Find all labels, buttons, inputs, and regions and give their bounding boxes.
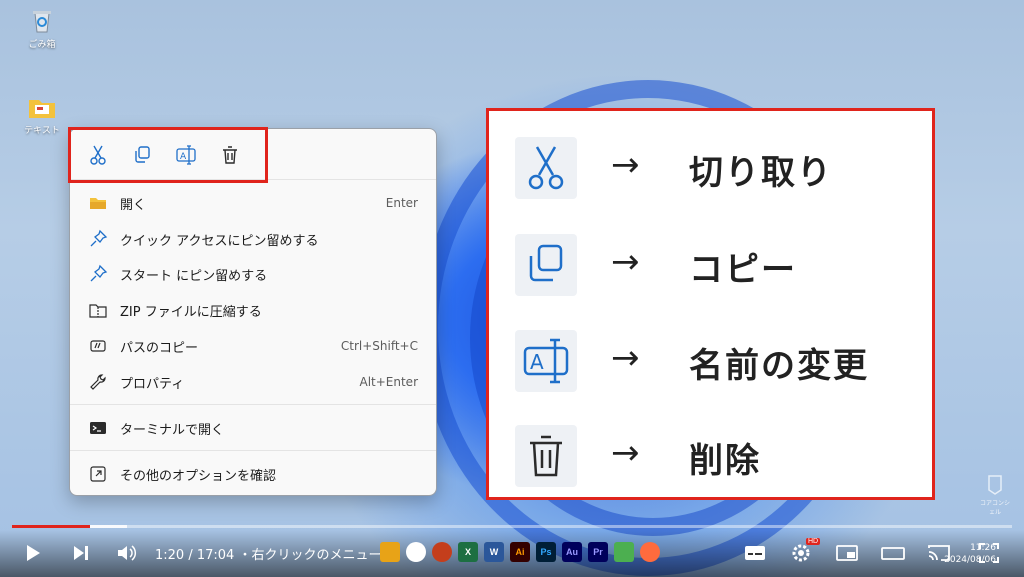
subtitles-icon bbox=[745, 546, 765, 560]
svg-text:A: A bbox=[530, 350, 544, 374]
arrow: → bbox=[611, 145, 640, 185]
quick-actions-highlight bbox=[68, 127, 268, 183]
next-button[interactable] bbox=[68, 540, 94, 566]
menu-item-label: パスのコピー bbox=[120, 340, 199, 356]
time-display: 1:20 / 17:04 ・右クリックのメニュー > bbox=[155, 544, 397, 563]
path-copy-icon bbox=[90, 340, 106, 352]
explanation-label: 名前の変更 bbox=[689, 346, 869, 386]
menu-item-pin-start[interactable]: スタート にピン留めする bbox=[82, 259, 424, 289]
play-button[interactable] bbox=[20, 540, 46, 566]
player-controls: 1:20 / 17:04 ・右クリックのメニュー > X W Ai Ps Au … bbox=[0, 530, 1024, 577]
play-icon bbox=[27, 545, 40, 561]
menu-item-label: ターミナルで開く bbox=[120, 422, 225, 438]
menu-item-shortcut: Enter bbox=[385, 196, 418, 210]
theater-mode-button[interactable] bbox=[880, 540, 906, 566]
progress-track[interactable] bbox=[12, 525, 1012, 528]
menu-item-open-terminal[interactable]: ターミナルで開く bbox=[82, 413, 424, 443]
taskbar-apps: X W Ai Ps Au Pr bbox=[380, 542, 660, 562]
menu-item-pin-quick-access[interactable]: クイック アクセスにピン留めする bbox=[82, 224, 424, 254]
explanation-label: 削除 bbox=[689, 441, 761, 481]
menu-item-label: その他のオプションを確認 bbox=[120, 468, 277, 484]
menu-item-label: スタート にピン留めする bbox=[120, 268, 268, 284]
explanation-row-rename: A → 名前の変更 bbox=[489, 324, 932, 404]
menu-item-properties[interactable]: プロパティ Alt+Enter bbox=[82, 367, 424, 397]
pin-icon bbox=[90, 229, 108, 247]
menu-item-label: プロパティ bbox=[120, 376, 185, 392]
menu-item-label: クイック アクセスにピン留めする bbox=[120, 233, 319, 249]
folder-open-icon bbox=[90, 198, 106, 209]
arrow: → bbox=[611, 433, 640, 473]
time-text: 1:20 / 17:04 bbox=[155, 548, 235, 563]
volume-icon bbox=[118, 545, 137, 561]
desktop-icon-label: テキスト bbox=[24, 126, 60, 136]
subtitles-button[interactable] bbox=[742, 540, 768, 566]
desktop-icon-folder[interactable]: テキスト bbox=[20, 94, 64, 136]
file-explorer-icon[interactable] bbox=[380, 542, 400, 562]
menu-item-shortcut: Alt+Enter bbox=[359, 375, 418, 389]
explanation-label: 切り取り bbox=[689, 153, 833, 193]
illustrator-icon[interactable]: Ai bbox=[510, 542, 530, 562]
menu-item-open[interactable]: 開く Enter bbox=[82, 188, 424, 218]
snipping-tool-icon[interactable] bbox=[614, 542, 634, 562]
menu-item-copy-path[interactable]: パスのコピー Ctrl+Shift+C bbox=[82, 331, 424, 361]
more-options-icon bbox=[90, 466, 106, 482]
explanation-label: コピー bbox=[689, 250, 797, 290]
fullscreen-icon bbox=[979, 543, 999, 563]
desktop-icon-recycle-bin[interactable]: ごみ箱 bbox=[20, 8, 64, 50]
menu-separator bbox=[70, 404, 436, 405]
miniplayer-icon bbox=[836, 545, 858, 561]
chapter-title[interactable]: ・右クリックのメニュー bbox=[238, 548, 381, 563]
scissors-icon bbox=[515, 137, 577, 199]
channel-watermark[interactable]: コアコンシェル bbox=[978, 474, 1012, 516]
arrow: → bbox=[611, 338, 640, 378]
theater-icon bbox=[881, 547, 905, 560]
progress-played bbox=[12, 525, 90, 528]
explanation-row-delete: → 削除 bbox=[489, 419, 932, 499]
fullscreen-button[interactable] bbox=[976, 540, 1002, 566]
menu-item-zip[interactable]: ZIP ファイルに圧縮する bbox=[82, 295, 424, 325]
firefox-icon[interactable] bbox=[640, 542, 660, 562]
menu-item-shortcut: Ctrl+Shift+C bbox=[340, 339, 418, 353]
menu-item-label: 開く bbox=[120, 197, 147, 213]
chrome-icon[interactable] bbox=[406, 542, 426, 562]
miniplayer-button[interactable] bbox=[834, 540, 860, 566]
skip-next-icon bbox=[74, 546, 88, 560]
premiere-icon[interactable]: Pr bbox=[588, 542, 608, 562]
wrench-icon bbox=[90, 374, 106, 390]
menu-item-more-options[interactable]: その他のオプションを確認 bbox=[82, 459, 424, 489]
copy-icon bbox=[515, 234, 577, 296]
explanation-row-cut: → 切り取り bbox=[489, 131, 932, 211]
menu-separator bbox=[70, 450, 436, 451]
volume-button[interactable] bbox=[114, 540, 140, 566]
watermark-text: コアコンシェル bbox=[979, 500, 1010, 516]
folder-icon bbox=[27, 94, 57, 120]
recycle-bin-icon bbox=[27, 8, 57, 34]
explanation-row-copy: → コピー bbox=[489, 228, 932, 308]
zip-icon bbox=[89, 304, 107, 318]
word-icon[interactable]: W bbox=[484, 542, 504, 562]
pin-icon bbox=[90, 264, 108, 282]
terminal-icon bbox=[90, 422, 106, 434]
excel-icon[interactable]: X bbox=[458, 542, 478, 562]
desktop-icon-label: ごみ箱 bbox=[28, 40, 56, 50]
powerpoint-icon[interactable] bbox=[432, 542, 452, 562]
arrow: → bbox=[611, 242, 640, 282]
rename-icon: A bbox=[515, 330, 577, 392]
context-menu: A 開く Enter クイック アクセスにピン留めする スタート にピン留めする… bbox=[69, 128, 437, 496]
menu-item-label: ZIP ファイルに圧縮する bbox=[120, 304, 262, 320]
audition-icon[interactable]: Au bbox=[562, 542, 582, 562]
hd-badge: HD bbox=[806, 538, 821, 545]
photoshop-icon[interactable]: Ps bbox=[536, 542, 556, 562]
trash-icon bbox=[515, 425, 577, 487]
channel-logo-icon bbox=[988, 475, 1002, 495]
explanation-panel: → 切り取り → コピー A → 名前の変更 → 削除 bbox=[486, 108, 935, 500]
